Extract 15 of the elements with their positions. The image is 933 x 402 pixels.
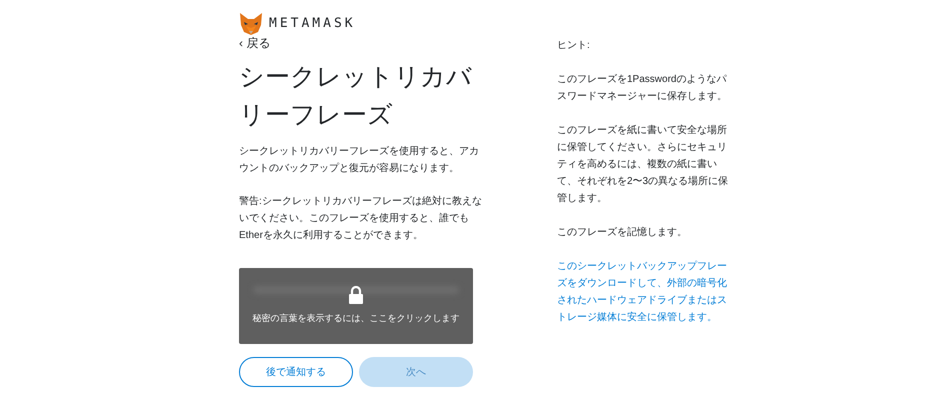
lock-icon <box>348 286 364 304</box>
hint-text: このフレーズを紙に書いて安全な場所に保管してください。さらにセキュリティを高めるには、複数の紙に書いて、それぞれを2〜3の異なる場所に保管します。 <box>557 124 729 206</box>
reveal-instruction: 秘密の言葉を表示するには、ここをクリックします <box>252 312 460 326</box>
description-text: シークレットリカバリーフレーズを使用すると、アカウントのバックアップと復元が容易になります。 <box>239 145 480 176</box>
remind-later-button[interactable]: 後で通知する <box>239 357 353 387</box>
brand-name: METAMASK <box>269 15 356 34</box>
fox-logo-icon <box>239 13 263 35</box>
page-title: シークレットリカバリーフレーズ <box>239 62 473 131</box>
hint-text: このフレーズを1Passwordのようなパスワードマネージャーに保存します。 <box>557 73 728 104</box>
hint-text: このフレーズを記憶します。 <box>557 226 688 240</box>
download-link[interactable]: このシークレットバックアップフレーズをダウンロードして、外部の暗号化されたハードウェアドライブまたはストレージ媒体に安全に保管します。 <box>557 258 729 326</box>
hint-title: ヒント: <box>557 39 591 53</box>
secret-words-reveal-panel[interactable]: 秘密の言葉を表示するには、ここをクリックします <box>239 268 473 344</box>
description-text: 警告:シークレットリカバリーフレーズは絶対に教えないでください。このフレーズを使用すると、誰でもEtherを永久に利用することができます。 <box>239 194 483 243</box>
back-link[interactable]: ‹ 戻る <box>239 36 270 50</box>
